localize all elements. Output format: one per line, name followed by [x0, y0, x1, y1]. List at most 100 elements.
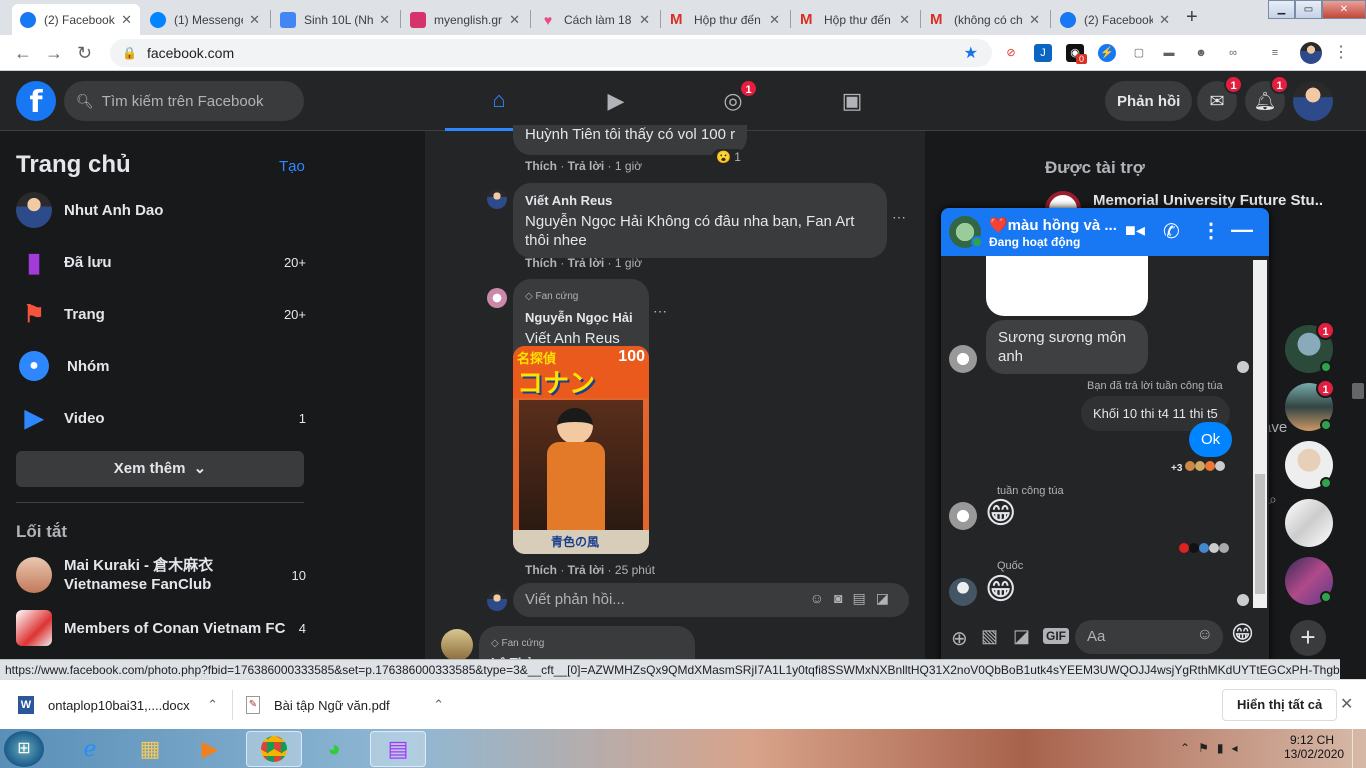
sidebar-item-groups[interactable]: ● Nhóm	[16, 340, 306, 392]
ad-title[interactable]: Memorial University Future Stu...	[1093, 192, 1323, 209]
reaction-count[interactable]: 😮 1	[712, 149, 745, 165]
more-options-icon[interactable]: ⋯	[653, 303, 667, 320]
reply-input[interactable]: Viết phản hồi... ☺◙▤◪	[513, 583, 909, 617]
page-scrollbar[interactable]	[1352, 383, 1364, 399]
download-item[interactable]: W ontaplop10bai31,....docx ⌃	[18, 688, 218, 722]
more-options-icon[interactable]: ⋯	[892, 209, 906, 226]
extension-icon[interactable]: ∞	[1224, 44, 1242, 62]
comment-image[interactable]: 名探偵 コナン 100 青色の風	[513, 346, 649, 554]
close-icon[interactable]: ✕	[1340, 694, 1353, 714]
tab-watch[interactable]: ▶︎	[562, 71, 670, 131]
send-emoji-button[interactable]: 😁	[1231, 622, 1254, 647]
close-tab-icon[interactable]: ✕	[639, 12, 650, 28]
chat-name[interactable]: ❤️màu hồng và ...	[989, 216, 1117, 234]
forward-icon[interactable]: →	[45, 43, 63, 64]
close-tab-icon[interactable]: ✕	[509, 12, 520, 28]
extension-icon[interactable]: J	[1034, 44, 1052, 62]
reply-link[interactable]: Trả lời	[568, 159, 605, 173]
chat-header[interactable]: ❤️màu hồng và ... Đang hoạt động ■◂ ✆ ⋮ …	[941, 208, 1269, 256]
shortcut-item[interactable]: Mai Kuraki - 倉木麻衣 Vietnamese FanClub 10	[16, 550, 306, 600]
like-link[interactable]: Thích	[525, 563, 557, 577]
close-tab-icon[interactable]: ✕	[249, 12, 260, 28]
menu-icon[interactable]: ⋮	[1332, 44, 1350, 62]
extension-icon[interactable]: ▬	[1160, 44, 1178, 62]
tab-gmail-2[interactable]: M Hộp thư đến ✕	[792, 4, 918, 35]
extension-icon[interactable]: ⊘	[1002, 44, 1020, 62]
show-hidden-icons[interactable]: ⌃	[1180, 741, 1198, 755]
sticker-icon[interactable]: ◪	[1013, 626, 1030, 647]
tab-myenglish[interactable]: myenglish.gr ✕	[402, 4, 528, 35]
close-tab-icon[interactable]: ✕	[1159, 12, 1170, 28]
clock[interactable]: 9:12 CH 13/02/2020	[1284, 733, 1344, 761]
chevron-up-icon[interactable]: ⌃	[433, 697, 444, 713]
show-all-downloads-button[interactable]: Hiển thị tất cả	[1222, 689, 1338, 721]
tab-facebook[interactable]: (2) Facebook ✕	[12, 4, 140, 35]
seen-by[interactable]	[1179, 540, 1229, 556]
image-message[interactable]	[986, 256, 1148, 316]
search-input[interactable]: 🔍︎ Tìm kiếm trên Facebook	[64, 81, 304, 121]
url-field[interactable]: 🔒 facebook.com ★	[110, 39, 992, 67]
close-tab-icon[interactable]: ✕	[121, 12, 132, 28]
create-link[interactable]: Tạo	[279, 158, 305, 175]
sidebar-item-pages[interactable]: ⚑ Trang 20+	[16, 288, 306, 340]
emoji-icon[interactable]: ☺	[810, 590, 834, 606]
profile-avatar[interactable]	[1300, 42, 1322, 64]
bookmark-star-icon[interactable]: ★	[964, 43, 978, 63]
chrome-icon[interactable]	[246, 731, 302, 767]
tab-facebook-2[interactable]: (2) Facebook ✕	[1052, 4, 1178, 35]
tab-cach-lam[interactable]: ♥ Cách làm 18 ✕	[532, 4, 658, 35]
sidebar-item-video[interactable]: ▶ Video 1	[16, 392, 306, 444]
chat-head[interactable]	[1285, 499, 1333, 547]
reading-list-icon[interactable]: ≡	[1266, 44, 1284, 62]
more-options-icon[interactable]: ⋮	[1201, 218, 1221, 243]
reply-link[interactable]: Trả lời	[568, 256, 605, 270]
phone-icon[interactable]: ✆	[1163, 219, 1180, 244]
like-link[interactable]: Thích	[525, 159, 557, 173]
back-icon[interactable]: ←	[14, 43, 32, 64]
volume-icon[interactable]: ◂	[1231, 741, 1245, 755]
close-window-button[interactable]: ✕	[1322, 0, 1366, 19]
internet-explorer-icon[interactable]: ℯ	[62, 731, 118, 767]
seen-by[interactable]: +3	[1171, 461, 1226, 474]
media-player-icon[interactable]: ▶	[182, 731, 238, 767]
reply-link[interactable]: Trả lời	[568, 563, 605, 577]
chevron-up-icon[interactable]: ⌃	[207, 697, 218, 713]
extension-icon[interactable]: ▢	[1130, 44, 1148, 62]
gif-button[interactable]: GIF	[1043, 628, 1069, 644]
extension-icon[interactable]: ⚡	[1098, 44, 1116, 62]
camera-icon[interactable]: ◙	[834, 590, 852, 606]
comment-author[interactable]: Viết Anh Reus	[525, 191, 875, 210]
extension-icon[interactable]: ☻	[1192, 44, 1210, 62]
gif-icon[interactable]: ▤	[853, 590, 876, 606]
tab-gaming[interactable]: ▣	[798, 71, 906, 131]
feedback-button[interactable]: Phản hồi	[1105, 81, 1193, 121]
shortcut-item[interactable]: Members of Conan Vietnam FC 4	[16, 602, 306, 654]
file-explorer-icon[interactable]: ▦	[122, 731, 178, 767]
tab-groups[interactable]: ◎	[679, 71, 787, 131]
tab-home[interactable]: ⌂	[445, 71, 553, 131]
tab-messenger[interactable]: (1) Messenger✕	[142, 4, 268, 35]
reload-icon[interactable]: ↻	[77, 43, 92, 64]
plus-icon[interactable]: ⊕	[951, 626, 968, 651]
sidebar-item-profile[interactable]: Nhut Anh Dao	[16, 184, 306, 236]
download-item[interactable]: ✎ Bài tập Ngữ văn.pdf ⌃	[246, 688, 444, 722]
sidebar-item-saved[interactable]: ▮ Đã lưu 20+	[16, 236, 306, 288]
emoji-icon[interactable]: ☺	[1197, 626, 1213, 644]
close-tab-icon[interactable]: ✕	[1029, 12, 1040, 28]
chat-scrollbar[interactable]	[1253, 260, 1267, 608]
action-center-icon[interactable]: ⚑	[1198, 741, 1217, 755]
facebook-logo-icon[interactable]: f	[16, 81, 56, 121]
maximize-button[interactable]: ▭	[1295, 0, 1322, 19]
like-link[interactable]: Thích	[525, 256, 557, 270]
tab-docs[interactable]: Sinh 10L (Nhi ✕	[272, 4, 398, 35]
close-tab-icon[interactable]: ✕	[899, 12, 910, 28]
video-call-icon[interactable]: ■◂	[1125, 220, 1145, 241]
search-icon[interactable]: ⌕	[1269, 491, 1277, 508]
start-button[interactable]: ⊞	[4, 731, 44, 767]
minimize-button[interactable]: ▁	[1268, 0, 1295, 19]
comment-author[interactable]: Nguyễn Ngọc Hải	[525, 308, 637, 327]
new-tab-button[interactable]: +	[1186, 6, 1198, 29]
new-message-button[interactable]: +	[1290, 620, 1326, 656]
sticker-icon[interactable]: ◪	[876, 590, 899, 606]
image-icon[interactable]: ▧	[981, 626, 998, 647]
